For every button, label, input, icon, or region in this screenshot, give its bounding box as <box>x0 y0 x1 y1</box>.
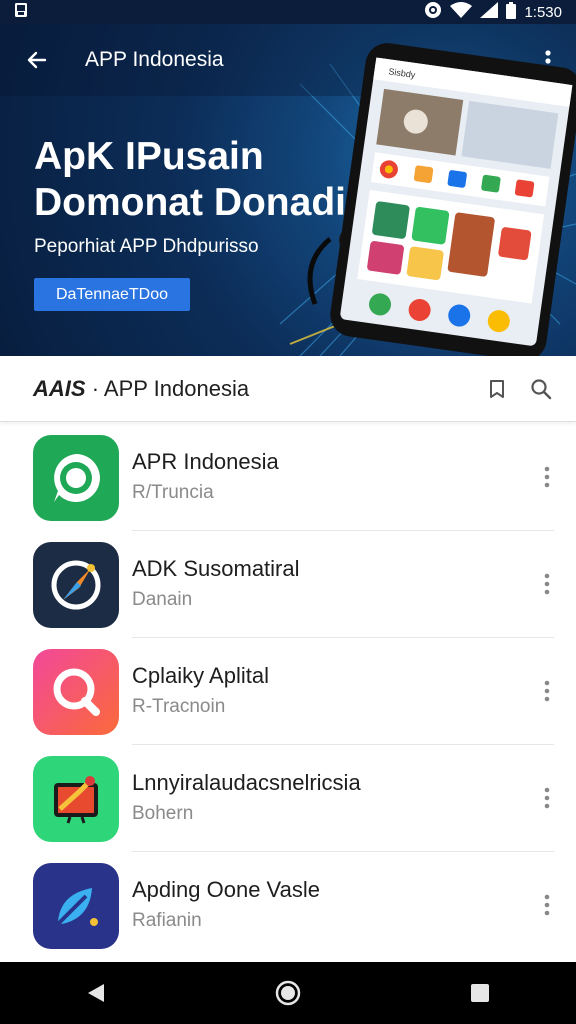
nav-back-button[interactable] <box>66 968 126 1018</box>
signal-icon <box>480 2 499 22</box>
hero-title-line-1: ApK IPusain <box>34 135 264 178</box>
more-vertical-icon <box>544 466 550 488</box>
app-icon <box>33 541 119 628</box>
section-title-text: · APP Indonesia <box>91 375 250 401</box>
arrow-left-icon <box>27 51 47 69</box>
phone-illustration: Sisbdy <box>330 43 576 356</box>
app-subtitle: R-Tracnoin <box>132 696 226 717</box>
bookmark-icon <box>490 380 504 398</box>
hero-title: ApK IPusain Domonat Donadia <box>34 134 374 226</box>
more-vertical-icon <box>544 680 550 702</box>
clock: 1:530 <box>524 3 562 21</box>
section-title-brand: AAIS <box>33 375 86 401</box>
leaf-icon <box>56 887 98 926</box>
app-more-button[interactable] <box>534 888 560 922</box>
app-list-item[interactable]: APR Indonesia R/Truncia <box>0 424 576 531</box>
wifi-icon <box>450 2 473 22</box>
app-icon <box>33 862 119 949</box>
nav-home-button[interactable] <box>258 968 318 1018</box>
app-name: Lnnyiralaudacsnelricsia <box>132 770 361 795</box>
app-more-button[interactable] <box>534 781 560 815</box>
app-list: APR Indonesia R/Truncia ADK Susomatiral … <box>0 424 576 959</box>
bookmark-button[interactable] <box>484 376 510 402</box>
app-name: APR Indonesia <box>132 449 279 474</box>
more-vertical-icon <box>544 573 550 595</box>
notification-icon <box>14 2 28 22</box>
compass-icon <box>51 560 101 609</box>
section-toolbar: AAIS · APP Indonesia <box>0 356 576 422</box>
app-icon <box>33 755 119 842</box>
app-name: Apding Oone Vasle <box>132 877 320 902</box>
app-more-button[interactable] <box>534 674 560 708</box>
hero-banner: APP Indonesia ApK IPusain Domonat Donadi… <box>0 24 576 356</box>
search-button[interactable] <box>528 376 554 402</box>
square-recents-icon <box>471 984 489 1002</box>
navigation-bar <box>0 962 576 1024</box>
app-name: Cplaiky Aplital <box>132 663 269 688</box>
whatsapp-icon <box>54 453 100 502</box>
battery-icon <box>506 1 517 23</box>
app-list-item[interactable]: ADK Susomatiral Danain <box>0 531 576 638</box>
app-more-button[interactable] <box>534 460 560 494</box>
search-icon <box>53 668 100 716</box>
back-button[interactable] <box>17 40 57 80</box>
app-subtitle: Danain <box>132 589 193 610</box>
alarm-icon <box>424 1 442 23</box>
more-vertical-icon <box>544 787 550 809</box>
presentation-icon <box>54 775 98 823</box>
app-subtitle: Bohern <box>132 803 194 824</box>
more-vertical-icon <box>544 894 550 916</box>
app-list-item[interactable]: Lnnyiralaudacsnelricsia Bohern <box>0 745 576 852</box>
app-icon <box>33 434 119 521</box>
hero-cta-button[interactable]: DaTennaeTDoo <box>34 278 190 311</box>
app-icon <box>33 648 119 735</box>
app-more-button[interactable] <box>534 567 560 601</box>
section-title: AAIS · APP Indonesia <box>33 376 249 402</box>
hero-title-line-2: Domonat Donadia <box>34 181 368 224</box>
app-list-item[interactable]: Apding Oone Vasle Rafianin <box>0 852 576 959</box>
status-bar: 1:530 <box>0 0 576 24</box>
app-list-item[interactable]: Cplaiky Aplital R-Tracnoin <box>0 638 576 745</box>
search-icon <box>531 379 552 400</box>
triangle-back-icon <box>88 984 104 1002</box>
hero-subtitle: Peporhiat APP Dhdpurisso <box>34 236 259 257</box>
app-bar-title: APP Indonesia <box>85 48 224 71</box>
app-subtitle: R/Truncia <box>132 482 214 503</box>
app-name: ADK Susomatiral <box>132 556 300 581</box>
nav-recents-button[interactable] <box>450 968 510 1018</box>
circle-home-icon <box>275 980 301 1006</box>
app-subtitle: Rafianin <box>132 910 202 931</box>
